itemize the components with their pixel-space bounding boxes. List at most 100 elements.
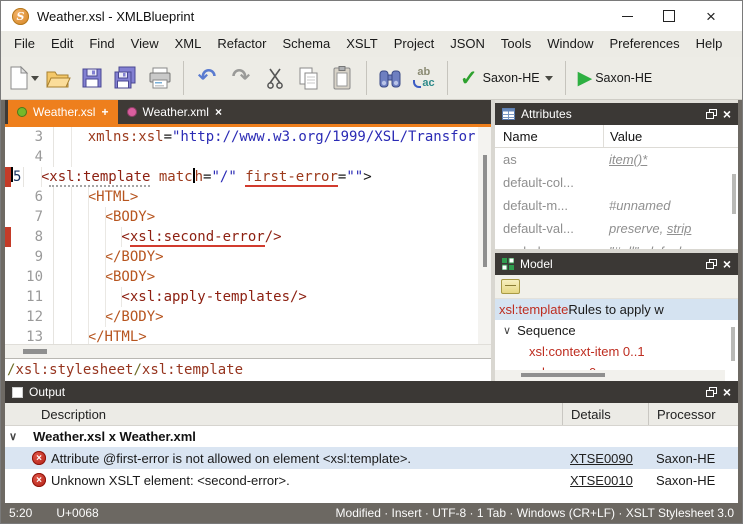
model-row[interactable]: ∨Sequence [495, 320, 738, 341]
validate-dropdown-icon[interactable] [545, 76, 553, 81]
attributes-col-value[interactable]: Value [604, 129, 738, 144]
menu-edit[interactable]: Edit [43, 31, 81, 57]
code-line[interactable]: 7<BODY> [5, 207, 491, 227]
attributes-col-name[interactable]: Name [495, 125, 604, 147]
attribute-row[interactable]: default-m...#unnamed [495, 194, 738, 217]
menu-view[interactable]: View [123, 31, 167, 57]
tab-close-icon[interactable]: × [215, 105, 222, 119]
menu-refactor[interactable]: Refactor [209, 31, 274, 57]
output-col-processor[interactable]: Processor [648, 403, 738, 425]
undo-button[interactable]: ↶ [190, 60, 224, 96]
indent-guide [88, 207, 89, 227]
attributes-vscroll-thumb[interactable] [732, 174, 736, 214]
breadcrumb-element[interactable]: xsl:template [142, 362, 243, 378]
breadcrumb[interactable]: /xsl:stylesheet/xsl:template [5, 358, 491, 381]
model-row[interactable]: xsl:template Rules to apply w [495, 299, 738, 320]
menu-xslt[interactable]: XSLT [338, 31, 386, 57]
minimize-button[interactable] [606, 2, 648, 30]
collapse-chevron-icon[interactable]: ∨ [9, 430, 17, 443]
output-col-details[interactable]: Details [562, 403, 648, 425]
tab-status-dot-icon [17, 107, 27, 117]
error-code-link[interactable]: XTSE0090 [570, 451, 633, 466]
new-file-button[interactable] [7, 60, 41, 96]
code-line[interactable]: 9</BODY> [5, 247, 491, 267]
collapse-chevron-icon[interactable]: ∨ [503, 324, 511, 337]
menu-json[interactable]: JSON [442, 31, 493, 57]
attribute-row[interactable]: default-val...preserve, strip [495, 217, 738, 240]
model-hscroll-thumb[interactable] [521, 373, 605, 377]
output-error-row[interactable]: ×Attribute @first-error is not allowed o… [5, 447, 738, 469]
menu-file[interactable]: File [6, 31, 43, 57]
model-panel-title: Model [520, 257, 553, 271]
code-line[interactable]: 3xmlns:xsl="http://www.w3.org/1999/XSL/T… [5, 127, 491, 147]
model-row[interactable]: xsl:context-item 0..1 [495, 341, 738, 362]
maximize-button[interactable] [648, 2, 690, 30]
redo-button[interactable]: ↷ [224, 60, 258, 96]
cut-button[interactable] [258, 60, 292, 96]
line-number: 12 [11, 307, 51, 327]
menu-find[interactable]: Find [81, 31, 122, 57]
code-line[interactable]: 4 [5, 147, 491, 167]
code-line[interactable]: 11<xsl:apply-templates/> [5, 287, 491, 307]
model-notes-button[interactable] [501, 279, 520, 294]
indent-guide [88, 267, 89, 287]
toolbar-separator [183, 61, 184, 95]
attribute-row[interactable]: exclude-re..."#all", defaul [495, 240, 738, 249]
line-text: </BODY> [53, 307, 491, 327]
copy-button[interactable] [292, 60, 326, 96]
code-line[interactable]: 10<BODY> [5, 267, 491, 287]
menu-xml[interactable]: XML [167, 31, 210, 57]
code-token: xsl:template [49, 169, 150, 187]
code-line[interactable]: 8<xsl:second-error/> [5, 227, 491, 247]
replace-button[interactable]: abac [407, 60, 441, 96]
attributes-close-icon[interactable]: × [723, 107, 731, 121]
validate-button[interactable]: ✓ Saxon-HE [454, 60, 559, 96]
output-float-icon[interactable] [706, 387, 717, 397]
error-code-link[interactable]: XTSE0010 [570, 473, 633, 488]
breadcrumb-element[interactable]: xsl:stylesheet [15, 362, 133, 378]
find-button[interactable] [373, 60, 407, 96]
model-float-icon[interactable] [706, 259, 717, 269]
save-button[interactable] [75, 60, 109, 96]
code-line[interactable]: 6<HTML> [5, 187, 491, 207]
indent-guide [41, 167, 42, 187]
output-group-row[interactable]: ∨ Weather.xsl x Weather.xml [5, 426, 738, 447]
menu-help[interactable]: Help [688, 31, 731, 57]
tab-weather-xml[interactable]: Weather.xml× [118, 100, 231, 124]
error-details-cell: XTSE0010 [562, 473, 648, 488]
code-line[interactable]: 12</BODY> [5, 307, 491, 327]
menu-preferences[interactable]: Preferences [602, 31, 688, 57]
close-button[interactable]: × [690, 2, 732, 30]
editor-vertical-scrollbar[interactable] [478, 127, 491, 344]
editor-hscroll-thumb[interactable] [23, 349, 47, 354]
tab-new-icon[interactable]: + [101, 105, 108, 119]
output-close-icon[interactable]: × [723, 385, 731, 399]
model-vscroll-thumb[interactable] [731, 327, 735, 361]
run-button[interactable]: ▶ Saxon-HE [572, 60, 659, 96]
model-horizontal-scrollbar[interactable] [495, 370, 725, 381]
open-file-button[interactable] [41, 60, 75, 96]
menu-window[interactable]: Window [539, 31, 601, 57]
output-error-row[interactable]: ×Unknown XSLT element: <second-error>.XT… [5, 469, 738, 491]
editor-vscroll-thumb[interactable] [483, 155, 487, 267]
paste-button[interactable] [326, 60, 360, 96]
new-file-dropdown-icon[interactable] [31, 76, 39, 81]
indent-guide [71, 267, 72, 287]
save-all-button[interactable] [109, 60, 143, 96]
run-processor-label: Saxon-HE [595, 71, 652, 85]
code-line[interactable]: 13</HTML> [5, 327, 491, 344]
menu-tools[interactable]: Tools [493, 31, 539, 57]
attribute-row[interactable]: default-col... [495, 171, 738, 194]
model-close-icon[interactable]: × [723, 257, 731, 271]
menu-project[interactable]: Project [386, 31, 442, 57]
editor-horizontal-scrollbar[interactable] [5, 344, 491, 358]
attributes-float-icon[interactable] [706, 109, 717, 119]
attribute-name: default-m... [495, 198, 603, 213]
attribute-row[interactable]: asitem()* [495, 148, 738, 171]
print-button[interactable] [143, 60, 177, 96]
code-editor[interactable]: 3xmlns:xsl="http://www.w3.org/1999/XSL/T… [5, 127, 491, 344]
menu-schema[interactable]: Schema [274, 31, 338, 57]
code-line[interactable]: 5<xsl:template match="/" first-error=""> [5, 167, 491, 187]
tab-weather-xsl[interactable]: Weather.xsl+ [8, 100, 118, 124]
output-col-description[interactable]: Description [5, 407, 562, 422]
